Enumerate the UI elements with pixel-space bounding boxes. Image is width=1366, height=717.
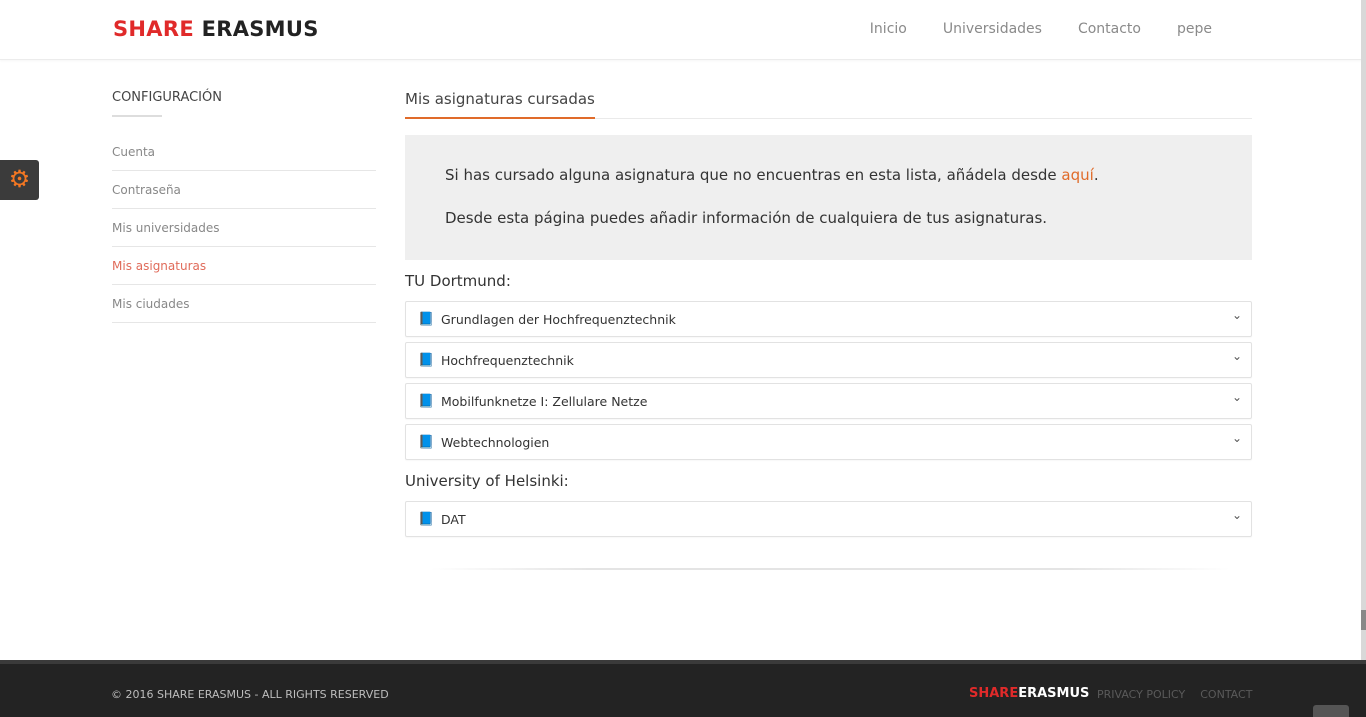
page-scrollbar[interactable] xyxy=(1361,0,1366,660)
course-accordion[interactable]: 📘 Hochfrequenztechnik ⌄ xyxy=(405,342,1252,378)
course-accordion[interactable]: 📘 Mobilfunknetze I: Zellulare Netze ⌄ xyxy=(405,383,1252,419)
sidebar-title-underline xyxy=(112,115,162,117)
footer-logo-erasmus-text: ERASMUS xyxy=(1018,686,1090,701)
info-line-add-suffix: . xyxy=(1093,166,1099,184)
logo-share-text: SHARE xyxy=(113,17,194,41)
book-icon: 📘 xyxy=(418,511,435,526)
sidebar-item-mis-asignaturas[interactable]: Mis asignaturas xyxy=(112,247,376,285)
content-divider xyxy=(430,568,1230,570)
sidebar-item-mis-ciudades[interactable]: Mis ciudades xyxy=(112,285,376,323)
nav-universidades[interactable]: Universidades xyxy=(943,21,1042,37)
site-logo[interactable]: SHARE ERASMUS xyxy=(113,17,319,41)
settings-toggle-button[interactable]: ⚙ xyxy=(0,160,39,200)
chevron-down-icon[interactable]: ⌄ xyxy=(1232,431,1242,445)
footer-link-contact[interactable]: CONTACT xyxy=(1200,688,1252,701)
book-icon: 📘 xyxy=(418,352,435,367)
course-name: DAT xyxy=(441,511,466,527)
nav-contacto[interactable]: Contacto xyxy=(1078,21,1141,37)
add-course-link[interactable]: aquí xyxy=(1061,166,1093,184)
scrollbar-thumb[interactable] xyxy=(1361,610,1366,630)
university-heading: University of Helsinki: xyxy=(405,472,569,490)
sidebar-item-cuenta[interactable]: Cuenta xyxy=(112,133,376,171)
nav-user-pepe[interactable]: pepe xyxy=(1177,21,1212,37)
sidebar-title: CONFIGURACIÓN xyxy=(112,90,222,105)
book-icon: 📘 xyxy=(418,434,435,449)
sidebar-item-mis-universidades[interactable]: Mis universidades xyxy=(112,209,376,247)
top-nav: Inicio Universidades Contacto pepe xyxy=(834,21,1212,37)
chevron-down-icon[interactable]: ⌄ xyxy=(1232,390,1242,404)
info-box: Si has cursado alguna asignatura que no … xyxy=(405,135,1252,260)
course-accordion[interactable]: 📘 DAT ⌄ xyxy=(405,501,1252,537)
page-title-bar: Mis asignaturas cursadas xyxy=(405,88,1252,119)
chevron-down-icon[interactable]: ⌄ xyxy=(1232,349,1242,363)
logo-erasmus-text: ERASMUS xyxy=(201,17,319,41)
copyright-text: © 2016 SHARE ERASMUS - ALL RIGHTS RESERV… xyxy=(111,688,389,701)
main-content: Mis asignaturas cursadas Si has cursado … xyxy=(405,88,1252,542)
config-sidebar: CONFIGURACIÓN Cuenta Contraseña Mis univ… xyxy=(112,90,376,323)
footer-links: PRIVACY POLICY CONTACT xyxy=(1097,688,1267,701)
info-line-add: Si has cursado alguna asignatura que no … xyxy=(445,165,1212,185)
info-line-edit: Desde esta página puedes añadir informac… xyxy=(445,209,1048,227)
chevron-down-icon[interactable]: ⌄ xyxy=(1232,308,1242,322)
course-accordion[interactable]: 📘 Grundlagen der Hochfrequenztechnik ⌄ xyxy=(405,301,1252,337)
page-title: Mis asignaturas cursadas xyxy=(405,88,595,119)
footer-logo[interactable]: SHAREERASMUS xyxy=(969,686,1089,701)
university-heading: TU Dortmund: xyxy=(405,272,511,290)
course-name: Hochfrequenztechnik xyxy=(441,352,574,368)
course-name: Mobilfunknetze I: Zellulare Netze xyxy=(441,393,648,409)
sidebar-item-contrasena[interactable]: Contraseña xyxy=(112,171,376,209)
book-icon: 📘 xyxy=(418,311,435,326)
back-to-top-button[interactable] xyxy=(1313,705,1349,717)
course-accordion[interactable]: 📘 Webtechnologien ⌄ xyxy=(405,424,1252,460)
site-header: SHARE ERASMUS Inicio Universidades Conta… xyxy=(0,0,1366,60)
course-name: Webtechnologien xyxy=(441,434,550,450)
gear-icon: ⚙ xyxy=(8,166,31,193)
nav-inicio[interactable]: Inicio xyxy=(870,21,907,37)
site-footer: © 2016 SHARE ERASMUS - ALL RIGHTS RESERV… xyxy=(0,660,1366,717)
chevron-down-icon[interactable]: ⌄ xyxy=(1232,508,1242,522)
course-name: Grundlagen der Hochfrequenztechnik xyxy=(441,311,676,327)
book-icon: 📘 xyxy=(418,393,435,408)
info-line-add-text: Si has cursado alguna asignatura que no … xyxy=(445,166,1062,184)
footer-link-privacy-policy[interactable]: PRIVACY POLICY xyxy=(1097,688,1185,701)
footer-logo-share-text: SHARE xyxy=(969,686,1019,701)
